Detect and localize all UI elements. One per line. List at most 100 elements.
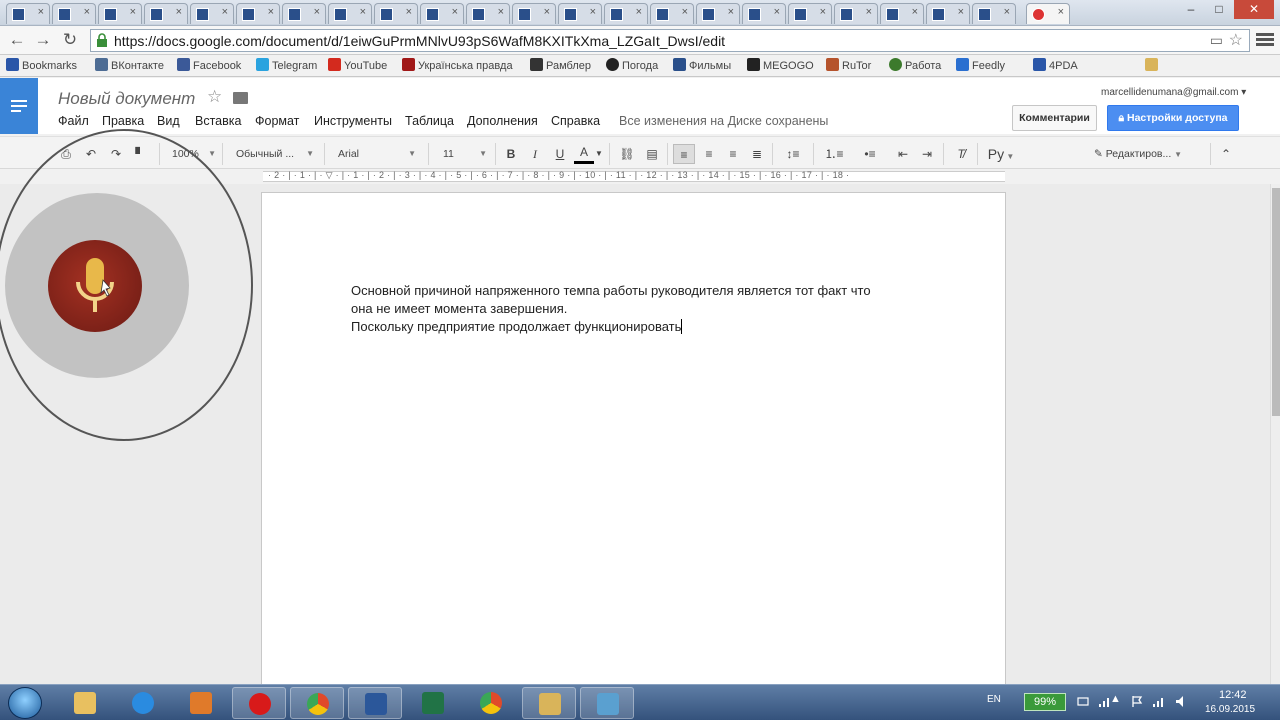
text-color-button[interactable]: A <box>574 144 594 164</box>
close-tab-icon[interactable]: × <box>636 6 642 18</box>
menu-tools[interactable]: Инструменты <box>314 114 392 128</box>
editing-mode-select[interactable]: ✎ Редактиров... ▼ <box>1094 144 1204 164</box>
browser-tab[interactable]: × <box>926 3 970 24</box>
back-arrow-icon[interactable]: ← <box>6 31 28 51</box>
other-bookmarks-icon[interactable] <box>1145 58 1161 74</box>
start-button[interactable] <box>8 687 42 719</box>
document-line[interactable]: Поскольку предприятие продолжает функцио… <box>351 319 683 334</box>
underline-button[interactable]: U <box>551 144 569 164</box>
browser-tab[interactable]: × <box>650 3 694 24</box>
bookmark-item[interactable]: Bookmarks <box>6 58 77 74</box>
page-action-icon[interactable]: ▭ <box>1210 32 1223 49</box>
bookmark-item[interactable]: Feedly <box>956 58 1005 74</box>
font-size-select[interactable]: 11 ▼ <box>443 144 487 164</box>
close-tab-icon[interactable]: × <box>314 6 320 18</box>
clock-date[interactable]: 16.09.2015 <box>1205 704 1255 715</box>
bookmark-item[interactable]: Facebook <box>177 58 241 74</box>
bookmark-item[interactable]: YouTube <box>328 58 387 74</box>
bold-button[interactable]: B <box>502 144 520 164</box>
style-select[interactable]: Обычный ... ▼ <box>236 144 314 164</box>
comments-button[interactable]: Комментарии <box>1012 105 1097 131</box>
taskbar-app-chrome[interactable] <box>290 687 344 719</box>
minimize-window-icon[interactable]: – <box>1178 0 1204 19</box>
maximize-window-icon[interactable]: □ <box>1206 0 1232 19</box>
bookmark-item[interactable]: Українська правда <box>402 58 513 74</box>
bookmark-item[interactable]: ВКонтакте <box>95 58 164 74</box>
taskbar-app-media[interactable] <box>174 687 228 719</box>
align-left-icon[interactable]: ≡ <box>673 144 695 164</box>
volume-icon[interactable] <box>1174 695 1188 708</box>
close-tab-icon[interactable]: × <box>958 6 964 18</box>
link-icon[interactable]: ⛓ <box>617 144 637 164</box>
align-center-icon[interactable]: ≡ <box>698 144 720 164</box>
font-select[interactable]: Arial ▼ <box>338 144 416 164</box>
close-tab-icon[interactable]: × <box>774 6 780 18</box>
bookmark-item[interactable]: Погода <box>606 58 658 74</box>
close-tab-icon[interactable]: × <box>728 6 734 18</box>
taskbar-app-explorer[interactable] <box>522 687 576 719</box>
close-window-icon[interactable]: ✕ <box>1234 0 1274 19</box>
language-indicator[interactable]: EN <box>987 694 1001 705</box>
close-tab-icon[interactable]: × <box>866 6 872 18</box>
reload-icon[interactable]: ↻ <box>59 31 81 51</box>
browser-tab[interactable]: × <box>6 3 50 24</box>
close-tab-icon[interactable]: × <box>544 6 550 18</box>
browser-tab[interactable]: × <box>742 3 786 24</box>
close-tab-icon[interactable]: × <box>84 6 90 18</box>
menu-file[interactable]: Файл <box>58 114 89 128</box>
flag-icon[interactable] <box>1130 695 1144 708</box>
bookmark-item[interactable]: 4PDA <box>1033 58 1078 74</box>
address-bar[interactable]: https://docs.google.com/document/d/1eiwG… <box>90 29 1250 52</box>
collapse-menu-icon[interactable]: ⌃ <box>1217 144 1235 164</box>
share-button[interactable]: 🔒︎ Настройки доступа <box>1107 105 1239 131</box>
close-tab-icon[interactable]: × <box>682 6 688 18</box>
browser-tab[interactable]: × <box>604 3 648 24</box>
taskbar-app-excel[interactable] <box>406 687 460 719</box>
bookmark-item[interactable]: Рамблер <box>530 58 591 74</box>
browser-tab[interactable]: × <box>972 3 1016 24</box>
comment-icon[interactable]: ▤ <box>642 144 662 164</box>
bookmark-item[interactable]: RuTor <box>826 58 871 74</box>
browser-tab[interactable]: × <box>512 3 556 24</box>
close-tab-icon[interactable]: × <box>912 6 918 18</box>
align-right-icon[interactable]: ≡ <box>722 144 744 164</box>
close-tab-icon[interactable]: × <box>1058 6 1064 18</box>
document-page[interactable] <box>261 192 1006 692</box>
bookmark-star-icon[interactable]: ☆ <box>1229 30 1243 50</box>
increase-indent-icon[interactable]: ⇥ <box>916 144 938 164</box>
bookmark-item[interactable]: Фильмы <box>673 58 731 74</box>
chevron-down-icon[interactable]: ▼ <box>594 144 604 164</box>
menu-table[interactable]: Таблица <box>405 114 454 128</box>
menu-insert[interactable]: Вставка <box>195 114 241 128</box>
scrollbar-thumb[interactable] <box>1272 188 1280 416</box>
close-tab-icon[interactable]: × <box>268 6 274 18</box>
vertical-scrollbar[interactable] <box>1270 184 1280 684</box>
browser-tab[interactable]: × <box>696 3 740 24</box>
browser-tab[interactable]: × <box>236 3 280 24</box>
browser-tab[interactable]: × <box>558 3 602 24</box>
close-tab-icon[interactable]: × <box>820 6 826 18</box>
browser-tab[interactable]: × <box>190 3 234 24</box>
power-plug-icon[interactable] <box>1076 695 1090 708</box>
document-title[interactable]: Новый документ <box>58 89 195 109</box>
browser-tab[interactable]: × <box>374 3 418 24</box>
voice-typing-button[interactable] <box>48 240 142 332</box>
menu-edit[interactable]: Правка <box>102 114 144 128</box>
close-tab-icon[interactable]: × <box>360 6 366 18</box>
save-status[interactable]: Все изменения на Диске сохранены <box>619 114 828 128</box>
close-tab-icon[interactable]: × <box>452 6 458 18</box>
browser-tab-active[interactable]: × <box>1026 3 1070 24</box>
document-line[interactable]: Основной причиной напряженного темпа раб… <box>351 283 871 298</box>
star-icon[interactable]: ☆ <box>207 87 222 107</box>
taskbar-app-chrome-2[interactable] <box>464 687 518 719</box>
taskbar-app-folders[interactable] <box>58 687 112 719</box>
document-line[interactable]: она не имеет момента завершения. <box>351 301 567 316</box>
close-tab-icon[interactable]: × <box>1004 6 1010 18</box>
italic-button[interactable]: I <box>526 144 544 164</box>
taskbar-app-opera[interactable] <box>232 687 286 719</box>
browser-tab[interactable]: × <box>880 3 924 24</box>
align-justify-icon[interactable]: ≣ <box>746 144 768 164</box>
bookmark-item[interactable]: Telegram <box>256 58 317 74</box>
bookmark-item[interactable]: MEGOGO <box>747 58 814 74</box>
clock-time[interactable]: 12:42 <box>1219 689 1247 701</box>
